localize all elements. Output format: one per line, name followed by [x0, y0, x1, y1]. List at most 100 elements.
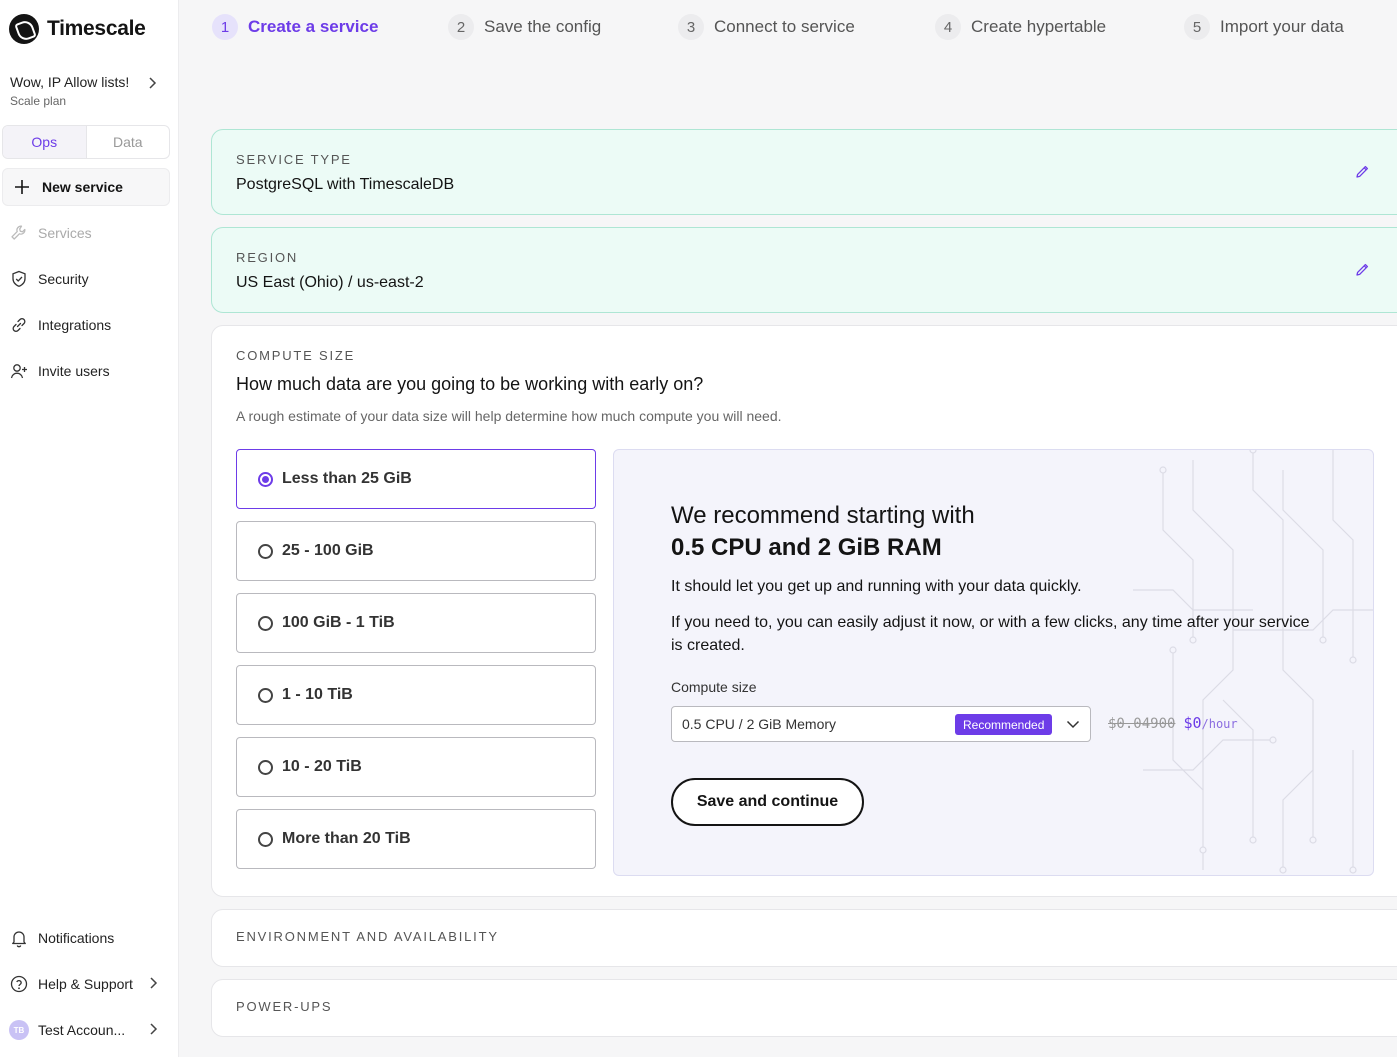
step-create-hypertable[interactable]: 4 Create hypertable: [935, 14, 1106, 40]
recommended-badge: Recommended: [955, 714, 1053, 735]
environment-card[interactable]: ENVIRONMENT AND AVAILABILITY: [211, 909, 1397, 967]
chevron-right-icon: [150, 977, 158, 989]
new-service-label: New service: [42, 179, 123, 195]
help-circle-icon: [10, 975, 28, 993]
sidebar-item-label: Test Accoun...: [38, 1022, 126, 1038]
project-name: Wow, IP Allow lists!: [10, 74, 130, 90]
step-number: 2: [448, 14, 474, 40]
chevron-down-icon: [1066, 720, 1080, 729]
project-plan: Scale plan: [10, 94, 67, 108]
size-option-gt-20tib[interactable]: More than 20 TiB: [236, 809, 596, 869]
pencil-icon[interactable]: [1354, 262, 1370, 278]
option-label: 100 GiB - 1 TiB: [282, 614, 395, 631]
radio-unselected: [258, 687, 273, 703]
compute-size-select[interactable]: 0.5 CPU / 2 GiB Memory Recommended: [671, 706, 1091, 742]
region-value: US East (Ohio) / us-east-2: [236, 274, 424, 291]
compute-size-value: 0.5 CPU / 2 GiB Memory: [682, 716, 837, 732]
step-label: Create a service: [248, 17, 379, 36]
sidebar-item-services[interactable]: Services: [9, 221, 169, 245]
wrench-icon: [11, 225, 26, 240]
compute-size-card: COMPUTE SIZE How much data are you going…: [211, 325, 1397, 897]
chevron-right-icon: [149, 77, 157, 89]
brand-name: Timescale: [47, 17, 146, 40]
recommendation-title: We recommend starting with 0.5 CPU and 2…: [671, 500, 975, 564]
step-connect-service[interactable]: 3 Connect to service: [678, 14, 855, 40]
pencil-icon[interactable]: [1354, 164, 1370, 180]
brand-logo[interactable]: Timescale: [9, 14, 146, 44]
chevron-right-icon: [150, 1023, 158, 1035]
service-type-card: SERVICE TYPE PostgreSQL with TimescaleDB: [211, 129, 1397, 215]
option-label: More than 20 TiB: [282, 830, 411, 847]
mode-toggle: Ops Data: [2, 125, 170, 159]
recommendation-line1: We recommend starting with: [671, 502, 975, 529]
sidebar-item-integrations[interactable]: Integrations: [9, 313, 169, 337]
environment-kicker: ENVIRONMENT AND AVAILABILITY: [236, 929, 499, 944]
save-and-continue-button[interactable]: Save and continue: [671, 778, 864, 826]
step-create-service[interactable]: 1 Create a service: [212, 14, 378, 40]
region-card: REGION US East (Ohio) / us-east-2: [211, 227, 1397, 313]
shield-check-icon: [12, 270, 26, 288]
option-label: 10 - 20 TiB: [282, 758, 362, 775]
price-unit: /hour: [1201, 717, 1238, 731]
compute-size-label: Compute size: [671, 679, 757, 695]
price-new: $0: [1183, 714, 1202, 732]
recommendation-line2: 0.5 CPU and 2 GiB RAM: [671, 534, 942, 561]
plus-icon: [15, 180, 29, 194]
step-number: 5: [1184, 14, 1210, 40]
sidebar-item-label: Services: [38, 225, 92, 241]
new-service-button[interactable]: New service: [2, 168, 170, 206]
sidebar-item-label: Security: [38, 271, 89, 287]
sidebar-item-help[interactable]: Help & Support: [9, 972, 169, 996]
recommendation-text-1: It should let you get up and running wit…: [671, 578, 1082, 595]
user-plus-icon: [10, 364, 27, 379]
service-type-value: PostgreSQL with TimescaleDB: [236, 176, 455, 193]
link-icon: [12, 318, 26, 332]
step-label: Connect to service: [714, 17, 855, 36]
price-old: $0.04900: [1108, 716, 1176, 732]
step-label: Import your data: [1220, 17, 1344, 36]
recommendation-text-2: If you need to, you can easily adjust it…: [671, 614, 1310, 654]
radio-unselected: [258, 759, 273, 775]
radio-unselected: [258, 831, 273, 847]
sidebar-item-account[interactable]: TB Test Accoun...: [9, 1018, 169, 1042]
step-save-config[interactable]: 2 Save the config: [448, 14, 601, 40]
tab-data[interactable]: Data: [87, 126, 170, 158]
compute-kicker: COMPUTE SIZE: [236, 348, 356, 363]
step-number: 4: [935, 14, 961, 40]
radio-selected: [258, 471, 273, 487]
sidebar-item-label: Invite users: [38, 363, 110, 379]
size-option-10-20tib[interactable]: 10 - 20 TiB: [236, 737, 596, 797]
bell-icon: [12, 931, 26, 948]
sidebar-item-label: Help & Support: [38, 976, 133, 992]
size-option-100gib-1tib[interactable]: 100 GiB - 1 TiB: [236, 593, 596, 653]
service-type-kicker: SERVICE TYPE: [236, 152, 352, 167]
timescale-logo-icon: [9, 14, 39, 44]
sidebar-item-notifications[interactable]: Notifications: [9, 926, 169, 950]
sidebar-item-security[interactable]: Security: [9, 267, 169, 291]
step-label: Create hypertable: [971, 17, 1107, 36]
region-kicker: REGION: [236, 250, 299, 265]
project-switcher[interactable]: Wow, IP Allow lists! Scale plan: [10, 74, 160, 108]
size-option-1-10tib[interactable]: 1 - 10 TiB: [236, 665, 596, 725]
power-ups-kicker: POWER-UPS: [236, 999, 333, 1014]
tab-ops[interactable]: Ops: [3, 126, 87, 158]
step-import-data[interactable]: 5 Import your data: [1184, 14, 1344, 40]
radio-unselected: [258, 615, 273, 631]
option-label: 1 - 10 TiB: [282, 686, 353, 703]
price-display: $0.04900 $0 /hour: [1108, 714, 1238, 732]
size-option-25-100gib[interactable]: 25 - 100 GiB: [236, 521, 596, 581]
step-number: 1: [212, 14, 238, 40]
compute-question: How much data are you going to be workin…: [236, 374, 704, 394]
step-number: 3: [678, 14, 704, 40]
size-option-lt-25gib[interactable]: Less than 25 GiB: [236, 449, 596, 509]
sidebar-item-label: Notifications: [38, 930, 115, 946]
sidebar: Timescale Wow, IP Allow lists! Scale pla…: [0, 0, 179, 1057]
step-label: Save the config: [484, 17, 602, 36]
circuit-pattern-decoration: [1133, 450, 1373, 874]
option-label: Less than 25 GiB: [282, 470, 412, 487]
power-ups-card[interactable]: POWER-UPS: [211, 979, 1397, 1037]
sidebar-item-invite-users[interactable]: Invite users: [9, 359, 169, 383]
compute-hint: A rough estimate of your data size will …: [236, 408, 782, 424]
recommendation-panel: We recommend starting with 0.5 CPU and 2…: [613, 449, 1374, 876]
radio-unselected: [258, 543, 273, 559]
